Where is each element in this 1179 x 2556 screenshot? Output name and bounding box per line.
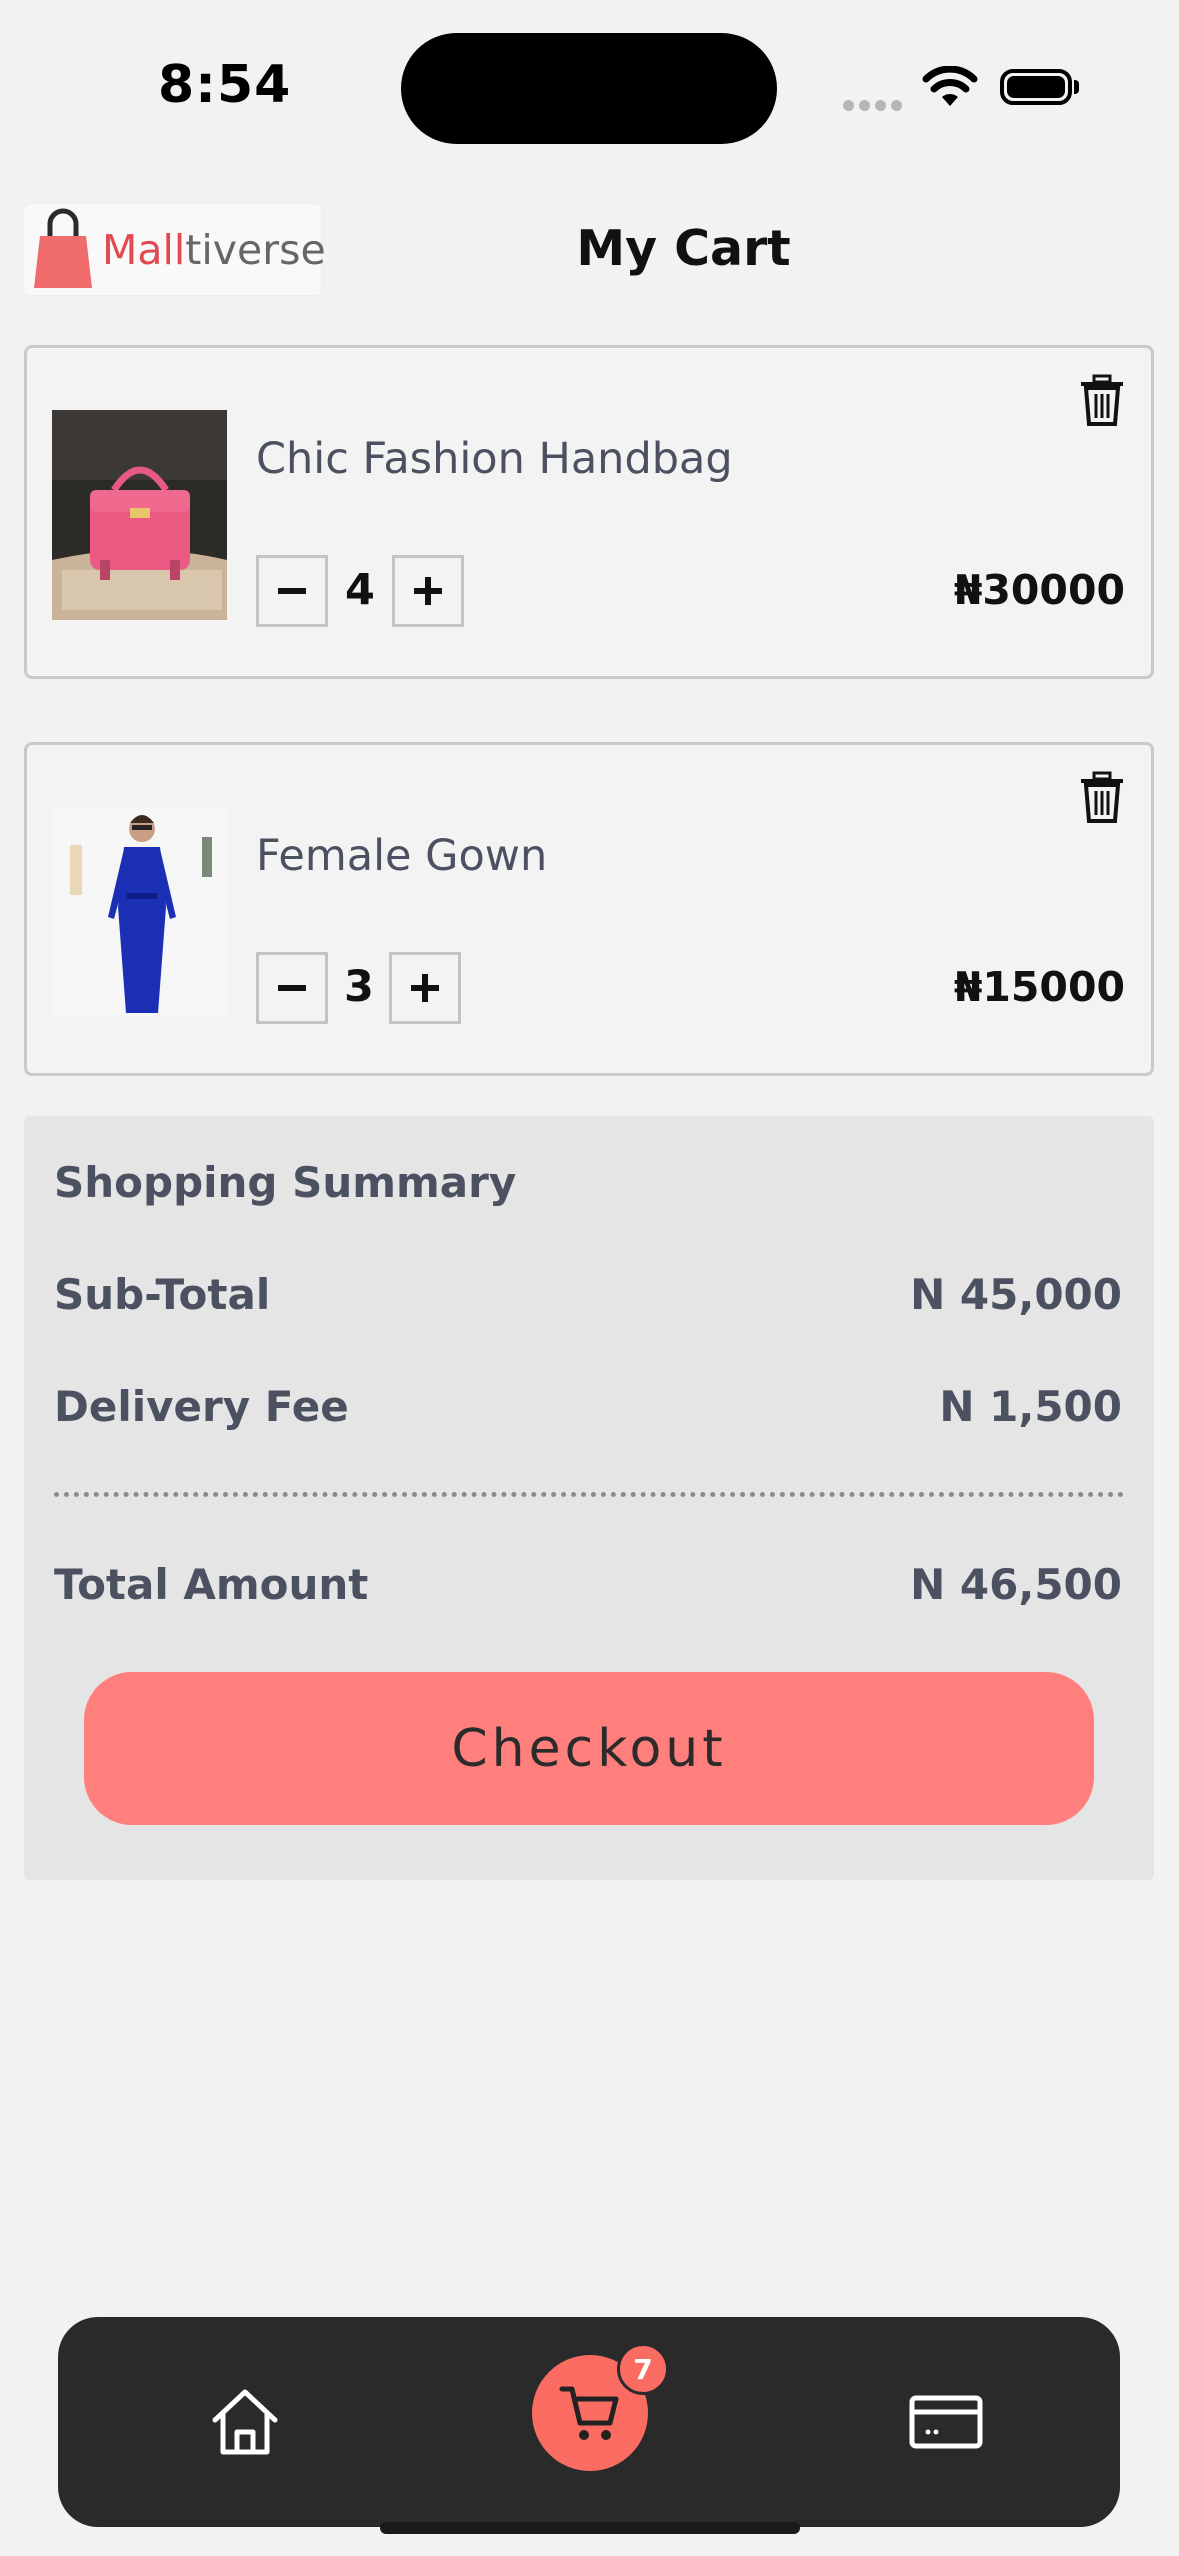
page-title: My Cart: [0, 220, 1179, 277]
subtotal-value: N 45,000: [910, 1270, 1122, 1319]
shopping-summary: Shopping Summary Sub-Total N 45,000 Deli…: [24, 1116, 1154, 1880]
subtotal-label: Sub-Total: [54, 1270, 270, 1319]
summary-divider: [54, 1492, 1124, 1497]
product-name: Chic Fashion Handbag: [256, 434, 733, 484]
minus-icon: [276, 575, 308, 607]
cart-count-badge: 7: [617, 2343, 669, 2395]
status-time: 8:54: [158, 55, 291, 115]
quantity-value: 3: [329, 962, 389, 1012]
cart-item: Chic Fashion Handbag 4 ₦30000: [24, 345, 1154, 679]
cart-item: Female Gown 3 ₦15000: [24, 742, 1154, 1076]
product-price: ₦30000: [954, 566, 1125, 614]
wifi-icon: [921, 66, 979, 110]
increase-quantity-button[interactable]: [389, 952, 461, 1024]
product-image-handbag: [52, 410, 227, 620]
decrease-quantity-button[interactable]: [256, 952, 328, 1024]
delivery-fee-label: Delivery Fee: [54, 1382, 349, 1431]
battery-icon: [1000, 69, 1072, 105]
plus-icon: [412, 575, 444, 607]
card-icon[interactable]: [906, 2382, 986, 2462]
minus-icon: [276, 972, 308, 1004]
product-name: Female Gown: [256, 831, 547, 881]
product-image-gown: [52, 807, 227, 1017]
delivery-fee-value: N 1,500: [939, 1382, 1122, 1431]
product-price: ₦15000: [954, 963, 1125, 1011]
total-amount-value: N 46,500: [910, 1560, 1122, 1609]
decrease-quantity-button[interactable]: [256, 555, 328, 627]
cart-icon: [558, 2381, 622, 2445]
trash-icon[interactable]: [1079, 374, 1125, 426]
battery-tip: [1074, 80, 1079, 94]
increase-quantity-button[interactable]: [392, 555, 464, 627]
bottom-nav: 7: [58, 2317, 1120, 2527]
checkout-button[interactable]: Checkout: [84, 1672, 1094, 1825]
signal-icon: [843, 96, 907, 115]
plus-icon: [409, 972, 441, 1004]
home-indicator: [380, 2522, 800, 2534]
dynamic-island: [401, 33, 777, 144]
total-amount-label: Total Amount: [54, 1560, 368, 1609]
trash-icon[interactable]: [1079, 771, 1125, 823]
summary-title: Shopping Summary: [54, 1158, 516, 1207]
quantity-value: 4: [330, 565, 390, 615]
home-icon[interactable]: [205, 2382, 285, 2462]
